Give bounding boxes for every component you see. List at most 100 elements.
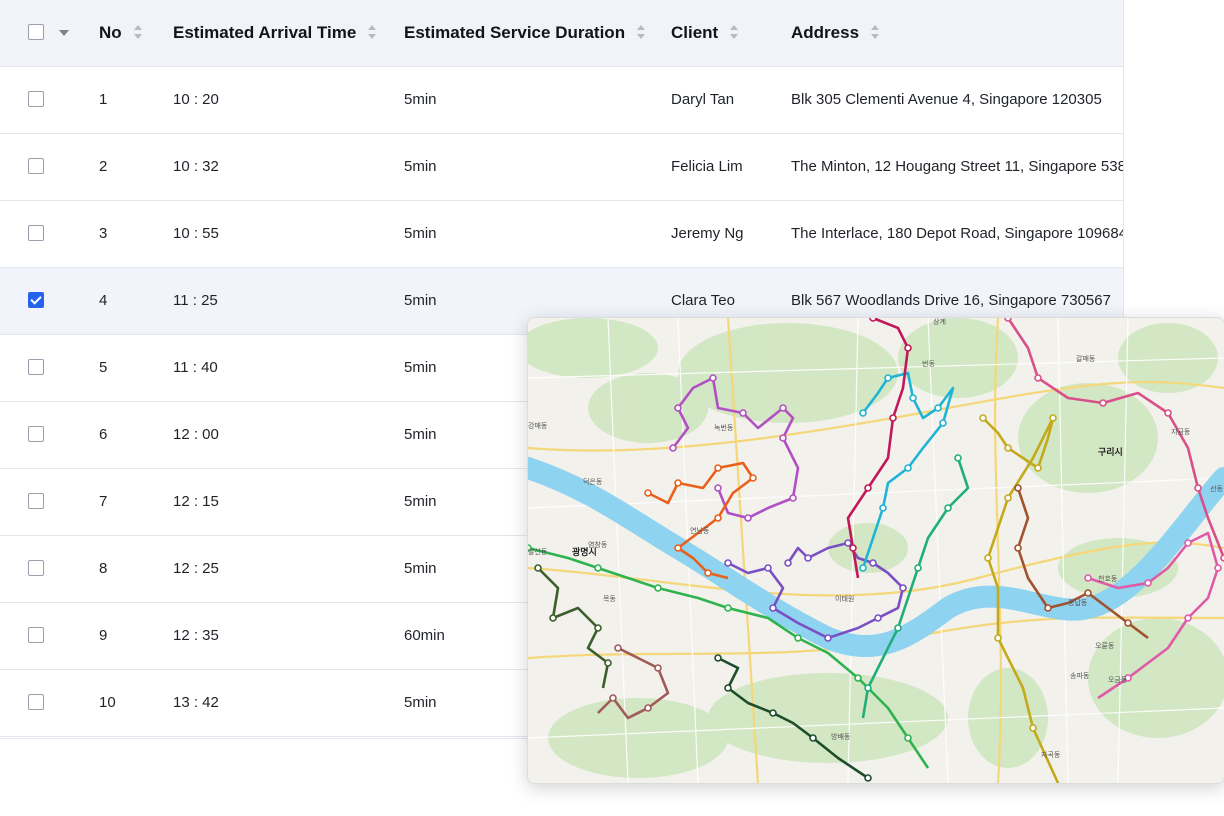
row-checkbox[interactable] [28, 359, 44, 375]
stop-marker[interactable] [899, 584, 907, 592]
stop-marker[interactable] [764, 564, 772, 572]
stop-marker[interactable] [674, 404, 682, 412]
sort-icon[interactable] [133, 24, 142, 39]
row-checkbox[interactable] [28, 292, 44, 308]
stop-marker[interactable] [859, 409, 867, 417]
stop-marker[interactable] [724, 684, 732, 692]
sort-icon[interactable] [730, 24, 739, 39]
stop-marker[interactable] [914, 564, 922, 572]
stop-marker[interactable] [769, 604, 777, 612]
stop-marker[interactable] [824, 634, 832, 642]
column-header-client[interactable]: Client [671, 0, 739, 66]
stop-marker[interactable] [534, 564, 542, 572]
stop-marker[interactable] [604, 659, 612, 667]
stop-marker[interactable] [1049, 414, 1057, 422]
stop-marker[interactable] [1194, 484, 1202, 492]
stop-marker[interactable] [864, 484, 872, 492]
stop-marker[interactable] [714, 464, 722, 472]
stop-marker[interactable] [594, 624, 602, 632]
stop-marker[interactable] [674, 544, 682, 552]
stop-marker[interactable] [904, 344, 912, 352]
stop-marker[interactable] [654, 584, 662, 592]
stop-marker[interactable] [809, 734, 817, 742]
stop-marker[interactable] [864, 684, 872, 692]
stop-marker[interactable] [784, 559, 792, 567]
stop-marker[interactable] [1034, 464, 1042, 472]
table-row[interactable]: 3 10 : 55 5min Jeremy Ng The Interlace, 180 … [0, 201, 1123, 268]
stop-marker[interactable] [1014, 544, 1022, 552]
stop-marker[interactable] [789, 494, 797, 502]
stop-marker[interactable] [869, 318, 877, 322]
stop-marker[interactable] [1124, 619, 1132, 627]
stop-marker[interactable] [1084, 574, 1092, 582]
stop-marker[interactable] [1184, 539, 1192, 547]
stop-marker[interactable] [944, 504, 952, 512]
stop-marker[interactable] [669, 444, 677, 452]
route-map-canvas[interactable]: 구리시광명시강매동덕은동발산동염창동목동녹번동연남동이태원번동갈매동지금동천호동… [528, 318, 1224, 783]
stop-marker[interactable] [1099, 399, 1107, 407]
row-checkbox[interactable] [28, 493, 44, 509]
row-checkbox[interactable] [28, 694, 44, 710]
stop-marker[interactable] [1214, 564, 1222, 572]
sort-icon[interactable] [637, 24, 646, 39]
select-menu-chevron-down-icon[interactable] [59, 30, 69, 36]
stop-marker[interactable] [714, 484, 722, 492]
stop-marker[interactable] [644, 489, 652, 497]
row-checkbox[interactable] [28, 560, 44, 576]
stop-marker[interactable] [1034, 374, 1042, 382]
stop-marker[interactable] [769, 709, 777, 717]
stop-marker[interactable] [749, 474, 757, 482]
stop-marker[interactable] [909, 394, 917, 402]
stop-marker[interactable] [779, 434, 787, 442]
row-checkbox[interactable] [28, 225, 44, 241]
stop-marker[interactable] [714, 654, 722, 662]
stop-marker[interactable] [954, 454, 962, 462]
stop-marker[interactable] [894, 624, 902, 632]
column-header-no[interactable]: No [99, 0, 142, 66]
stop-marker[interactable] [864, 774, 872, 782]
stop-marker[interactable] [939, 419, 947, 427]
stop-marker[interactable] [1014, 484, 1022, 492]
stop-marker[interactable] [794, 634, 802, 642]
stop-marker[interactable] [739, 409, 747, 417]
stop-marker[interactable] [594, 564, 602, 572]
stop-marker[interactable] [609, 694, 617, 702]
stop-marker[interactable] [714, 514, 722, 522]
stop-marker[interactable] [1084, 589, 1092, 597]
stop-marker[interactable] [804, 554, 812, 562]
stop-marker[interactable] [844, 539, 852, 547]
stop-marker[interactable] [644, 704, 652, 712]
stop-marker[interactable] [549, 614, 557, 622]
stop-marker[interactable] [879, 504, 887, 512]
stop-marker[interactable] [869, 559, 877, 567]
stop-marker[interactable] [674, 479, 682, 487]
row-checkbox[interactable] [28, 627, 44, 643]
stop-marker[interactable] [724, 559, 732, 567]
stop-marker[interactable] [744, 514, 752, 522]
stop-marker[interactable] [1144, 579, 1152, 587]
stop-marker[interactable] [779, 404, 787, 412]
stop-marker[interactable] [994, 634, 1002, 642]
column-header-address[interactable]: Address [791, 0, 880, 66]
column-header-duration[interactable]: Estimated Service Duration [404, 0, 646, 66]
stop-marker[interactable] [614, 644, 622, 652]
stop-marker[interactable] [884, 374, 892, 382]
stop-marker[interactable] [1004, 444, 1012, 452]
route-map[interactable]: 구리시 광명시 강매동 덕은동 발산동 염창동 목동 녹번동 연남동 이태원 번동 갈매동 지금동 천호동… [527, 317, 1224, 784]
stop-marker[interactable] [709, 374, 717, 382]
sort-icon[interactable] [368, 24, 377, 39]
stop-marker[interactable] [704, 569, 712, 577]
stop-marker[interactable] [854, 674, 862, 682]
stop-marker[interactable] [849, 544, 857, 552]
select-all-checkbox[interactable] [28, 24, 44, 40]
stop-marker[interactable] [984, 554, 992, 562]
stop-marker[interactable] [979, 414, 987, 422]
stop-marker[interactable] [1044, 604, 1052, 612]
stop-marker[interactable] [654, 664, 662, 672]
column-header-arrival[interactable]: Estimated Arrival Time [173, 0, 377, 66]
stop-marker[interactable] [859, 564, 867, 572]
stop-marker[interactable] [889, 414, 897, 422]
row-checkbox[interactable] [28, 426, 44, 442]
stop-marker[interactable] [874, 614, 882, 622]
row-checkbox[interactable] [28, 91, 44, 107]
